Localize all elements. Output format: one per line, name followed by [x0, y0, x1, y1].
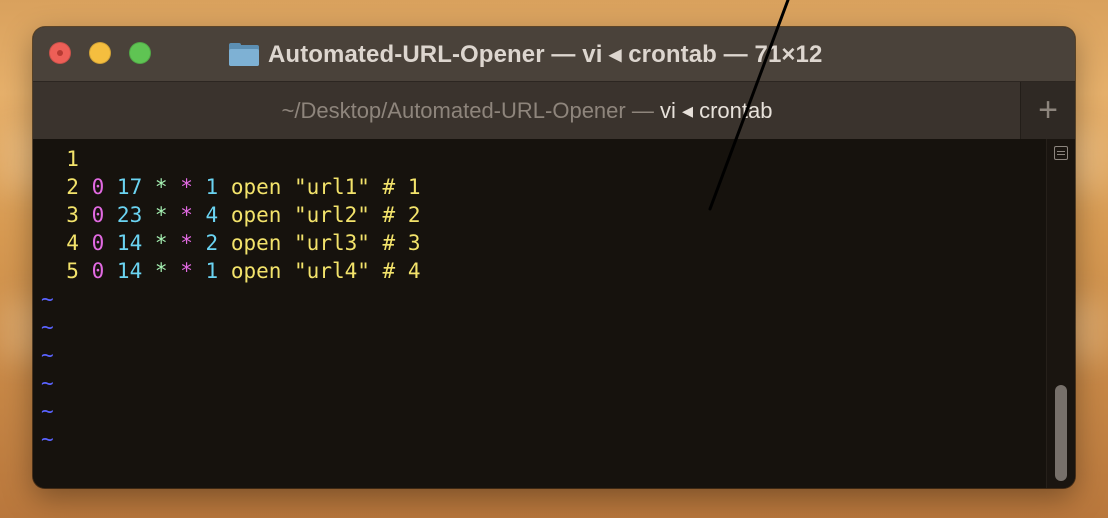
empty-line-marker: ~ — [41, 313, 420, 341]
empty-line-marker: ~ — [41, 341, 420, 369]
editor-line: 1 — [41, 145, 420, 173]
cron-hour: 17 — [116, 175, 143, 199]
line-number: 1 — [66, 147, 79, 171]
cron-day-of-month: * — [154, 203, 168, 227]
cron-month: * — [180, 175, 193, 199]
cron-day-of-week: 2 — [205, 231, 219, 255]
minimize-window-button[interactable] — [89, 42, 111, 64]
cron-hour: 14 — [116, 231, 143, 255]
tilde-marker: ~ — [41, 287, 54, 311]
editor-line: 3 0 23 * * 4 open "url2" # 2 — [41, 201, 420, 229]
cron-day-of-week: 4 — [205, 203, 219, 227]
cron-day-of-week: 1 — [205, 259, 219, 283]
cron-minute: 0 — [91, 259, 105, 283]
close-window-button[interactable] — [49, 42, 71, 64]
cron-day-of-month: * — [154, 175, 168, 199]
line-number: 3 — [66, 203, 79, 227]
terminal-window: Automated-URL-Opener — vi ◂ crontab — 71… — [33, 27, 1075, 488]
cron-minute: 0 — [91, 231, 105, 255]
scrollbar[interactable] — [1046, 139, 1075, 488]
cron-month: * — [180, 259, 193, 283]
cron-minute: 0 — [91, 203, 105, 227]
new-tab-button[interactable]: + — [1020, 82, 1075, 139]
cron-day-of-week: 1 — [205, 175, 219, 199]
line-number: 5 — [66, 259, 79, 283]
tilde-marker: ~ — [41, 371, 54, 395]
window-title: Automated-URL-Opener — vi ◂ crontab — 71… — [268, 40, 823, 68]
cron-command: open "url3" # 3 — [230, 231, 421, 255]
cron-hour: 14 — [116, 259, 143, 283]
terminal-content[interactable]: 1 2 0 17 * * 1 open "url1" # 1 3 0 23 * … — [33, 139, 1075, 488]
zoom-window-button[interactable] — [129, 42, 151, 64]
cron-command: open "url4" # 4 — [230, 259, 421, 283]
editor-buffer: 1 2 0 17 * * 1 open "url1" # 1 3 0 23 * … — [41, 145, 420, 453]
tilde-marker: ~ — [41, 427, 54, 451]
cron-day-of-month: * — [154, 231, 168, 255]
window-title-group: Automated-URL-Opener — vi ◂ crontab — 71… — [229, 39, 822, 69]
editor-line: 4 0 14 * * 2 open "url3" # 3 — [41, 229, 420, 257]
cron-month: * — [180, 203, 193, 227]
scroll-thumb[interactable] — [1055, 385, 1067, 481]
tilde-marker: ~ — [41, 315, 54, 339]
cron-command: open "url1" # 1 — [230, 175, 421, 199]
editor-line: 2 0 17 * * 1 open "url1" # 1 — [41, 173, 420, 201]
cron-hour: 23 — [116, 203, 143, 227]
tilde-marker: ~ — [41, 399, 54, 423]
editor-line: 5 0 14 * * 1 open "url4" # 4 — [41, 257, 420, 285]
tab-label-process: vi ◂ crontab — [659, 97, 773, 123]
empty-line-marker: ~ — [41, 369, 420, 397]
tilde-marker: ~ — [41, 343, 54, 367]
cron-month: * — [180, 231, 193, 255]
empty-line-marker: ~ — [41, 397, 420, 425]
line-number: 4 — [66, 231, 79, 255]
cron-command: open "url2" # 2 — [230, 203, 421, 227]
split-pane-icon[interactable] — [1054, 146, 1068, 160]
empty-line-marker: ~ — [41, 425, 420, 453]
line-number: 2 — [66, 175, 79, 199]
folder-icon — [229, 42, 259, 66]
tab-label: ~/Desktop/Automated-URL-Opener — vi ◂ cr… — [282, 98, 773, 124]
tab-label-path: ~/Desktop/Automated-URL-Opener — — [281, 97, 660, 123]
cron-minute: 0 — [91, 175, 105, 199]
titlebar: Automated-URL-Opener — vi ◂ crontab — 71… — [33, 27, 1075, 81]
empty-line-marker: ~ — [41, 285, 420, 313]
tab-crontab[interactable]: ~/Desktop/Automated-URL-Opener — vi ◂ cr… — [33, 82, 1021, 139]
cron-day-of-month: * — [154, 259, 168, 283]
tab-bar: ~/Desktop/Automated-URL-Opener — vi ◂ cr… — [33, 81, 1075, 140]
